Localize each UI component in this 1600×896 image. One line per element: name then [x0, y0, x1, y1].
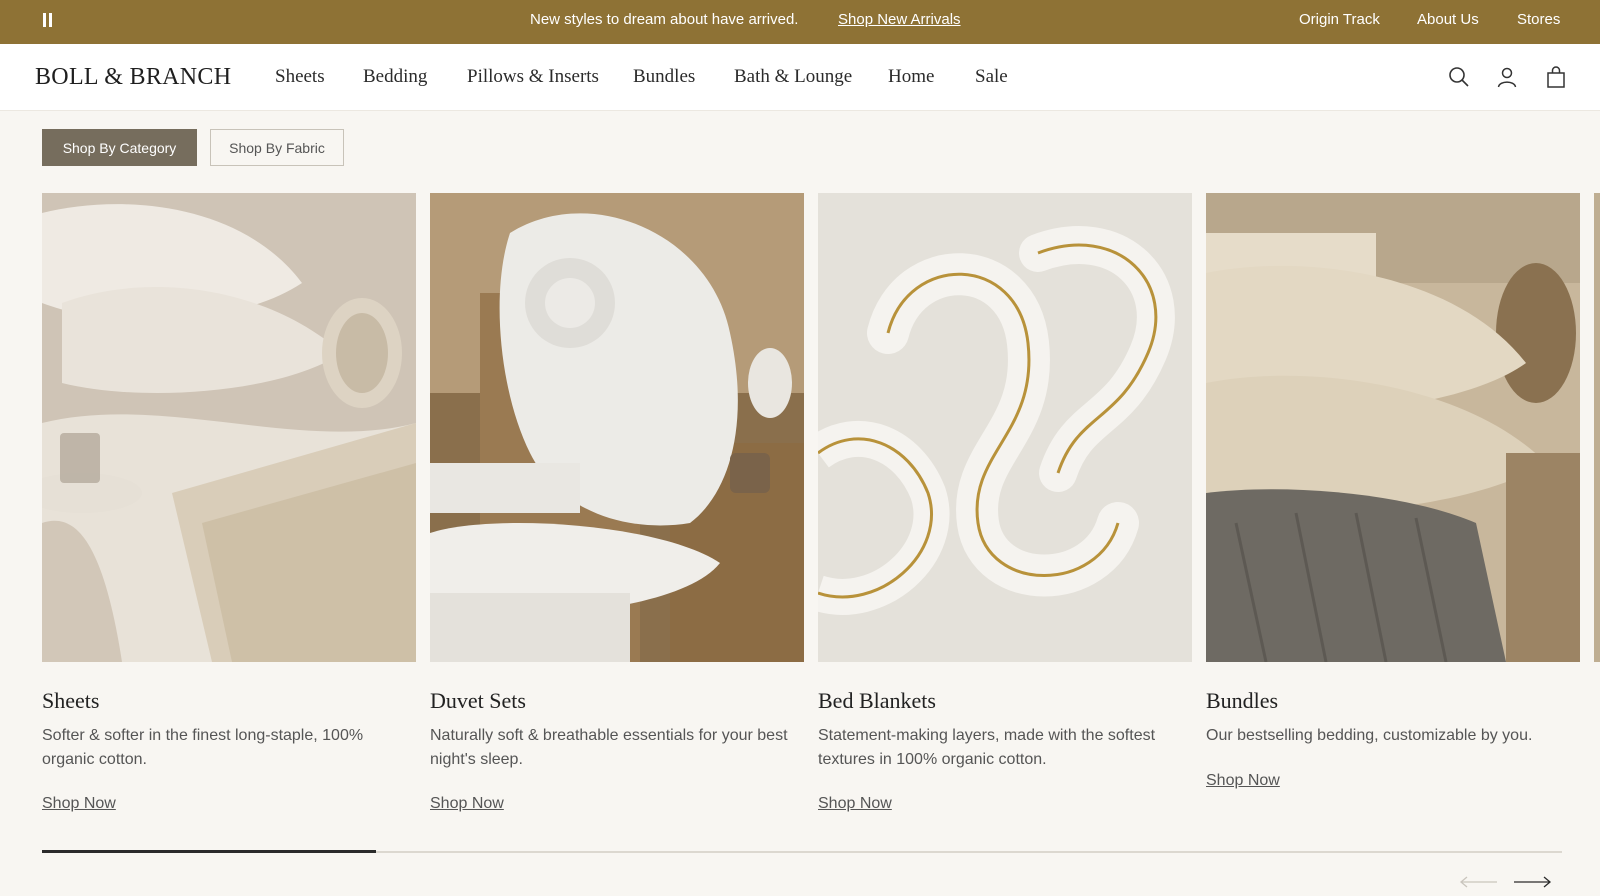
- arrow-right-icon[interactable]: [1512, 875, 1552, 889]
- shop-now-sheets-link[interactable]: Shop Now: [42, 795, 116, 813]
- pause-icon[interactable]: [42, 13, 54, 27]
- cart-icon[interactable]: [1544, 65, 1568, 89]
- card-title-bed-blankets[interactable]: Bed Blankets: [818, 688, 936, 714]
- arrow-left-icon[interactable]: [1459, 875, 1499, 889]
- announcement-message: New styles to dream about have arrived.: [530, 11, 799, 28]
- account-icon[interactable]: [1495, 65, 1519, 89]
- main-header: BOLL & BRANCH Sheets Bedding Pillows & I…: [0, 44, 1600, 111]
- card-title-duvet-sets[interactable]: Duvet Sets: [430, 688, 526, 714]
- announcement-bar: New styles to dream about have arrived. …: [0, 0, 1600, 44]
- sheets-image[interactable]: [42, 193, 416, 662]
- shop-now-bundles-link[interactable]: Shop Now: [1206, 772, 1280, 790]
- card-desc-bed-blankets: Statement-making layers, made with the s…: [818, 727, 1156, 768]
- logo[interactable]: BOLL & BRANCH: [35, 64, 231, 91]
- nav-sheets[interactable]: Sheets: [275, 66, 325, 88]
- bundles-image[interactable]: [1206, 193, 1580, 662]
- nav-pillows-inserts[interactable]: Pillows & Inserts: [467, 66, 599, 88]
- card-desc-sheets: Softer & softer in the finest long-stapl…: [42, 727, 364, 768]
- shop-now-bed-blankets-link[interactable]: Shop Now: [818, 795, 892, 813]
- shop-new-arrivals-link[interactable]: Shop New Arrivals: [838, 11, 961, 28]
- duvet-sets-image[interactable]: [430, 193, 804, 662]
- nav-sale[interactable]: Sale: [975, 66, 1008, 88]
- nav-bedding[interactable]: Bedding: [363, 66, 427, 88]
- next-card-peek: [1594, 193, 1600, 662]
- origin-track-link[interactable]: Origin Track: [1299, 11, 1380, 28]
- shop-by-fabric-button[interactable]: Shop By Fabric: [210, 129, 344, 166]
- about-us-link[interactable]: About Us: [1417, 11, 1479, 28]
- nav-bundles[interactable]: Bundles: [633, 66, 695, 88]
- shop-by-category-button[interactable]: Shop By Category: [42, 129, 197, 166]
- nav-bath-lounge[interactable]: Bath & Lounge: [734, 66, 852, 88]
- card-title-sheets[interactable]: Sheets: [42, 688, 99, 714]
- carousel-progress-fill: [42, 850, 377, 853]
- card-desc-duvet-sets: Naturally soft & breathable essentials f…: [430, 727, 788, 768]
- carousel-progress-track: [42, 850, 1562, 853]
- search-icon[interactable]: [1447, 65, 1471, 89]
- card-title-bundles[interactable]: Bundles: [1206, 688, 1278, 714]
- bed-blankets-image[interactable]: [818, 193, 1192, 662]
- nav-home[interactable]: Home: [888, 66, 934, 88]
- stores-link[interactable]: Stores: [1517, 11, 1560, 28]
- card-desc-bundles: Our bestselling bedding, customizable by…: [1206, 727, 1533, 744]
- shop-now-duvet-sets-link[interactable]: Shop Now: [430, 795, 504, 813]
